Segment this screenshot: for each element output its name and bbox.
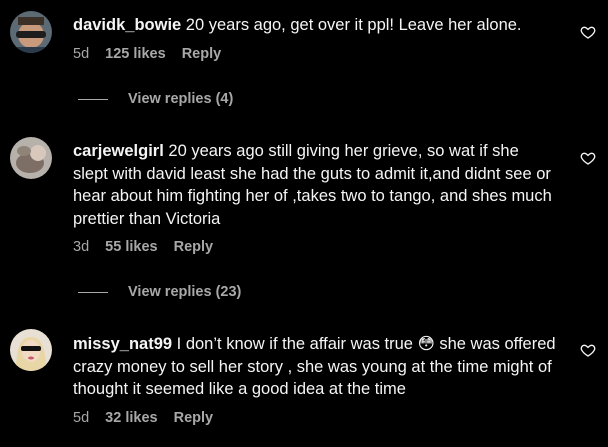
comment-time: 3d [73,239,90,255]
reply-button[interactable]: Reply [174,410,214,426]
comment-text: carjewelgirl 20 years ago still giving h… [73,140,558,230]
comment-meta: 3d 55 likes Reply [73,239,558,255]
heart-outline-icon[interactable] [580,150,596,166]
comment-username[interactable]: missy_nat99 [73,335,172,353]
reply-button[interactable]: Reply [182,46,222,62]
comment-username[interactable]: carjewelgirl [73,142,164,160]
heart-outline-icon[interactable] [580,342,596,358]
flushed-emoji: 😳 [417,335,435,353]
avatar[interactable] [10,11,52,53]
comment-time: 5d [73,45,90,62]
replies-divider [78,98,108,100]
view-replies-button[interactable]: View replies (4) [78,91,233,107]
avatar[interactable] [10,329,52,371]
comment-text: missy_nat99 I don’t know if the affair w… [73,333,558,401]
view-replies-button[interactable]: View replies (23) [78,284,241,300]
comment-meta: 5d 32 likes Reply [73,410,558,426]
comment-time: 5d [73,409,90,426]
avatar[interactable] [10,137,52,179]
comment-username[interactable]: davidk_bowie [73,16,181,34]
likes-count[interactable]: 125 likes [105,46,165,62]
replies-divider [78,291,108,293]
comment-body: 20 years ago, get over it ppl! Leave her… [181,16,522,34]
comment-text: davidk_bowie 20 years ago, get over it p… [73,14,558,37]
comment-body: I don’t know if the affair was true [172,335,418,353]
comment-meta: 5d 125 likes Reply [73,46,558,62]
reply-button[interactable]: Reply [174,239,214,255]
likes-count[interactable]: 32 likes [105,410,157,426]
likes-count[interactable]: 55 likes [105,239,157,255]
heart-outline-icon[interactable] [580,24,596,40]
